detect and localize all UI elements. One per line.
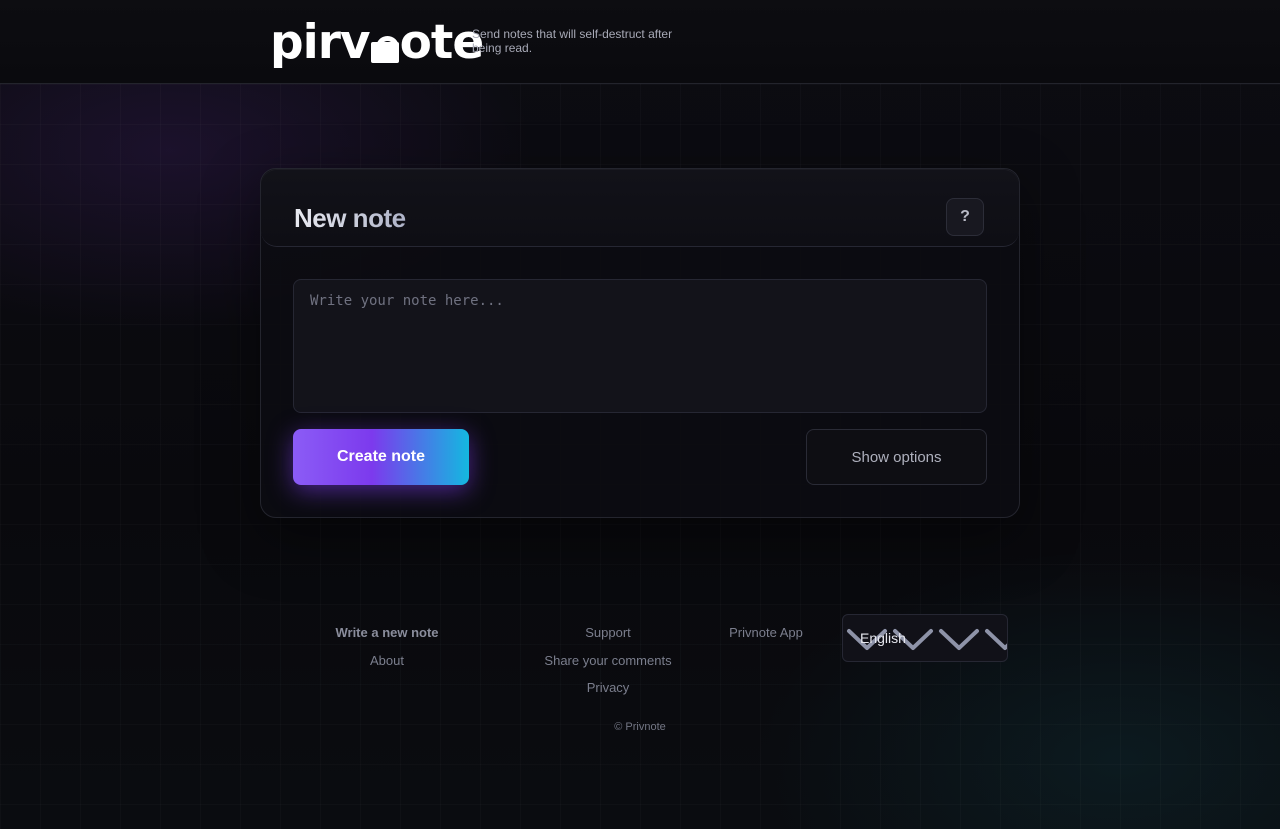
logo[interactable]: pirv ote: [270, 10, 484, 66]
new-note-card: New note ? Create note Show options: [260, 168, 1020, 518]
footer-link-app[interactable]: Privnote App: [729, 625, 803, 640]
lock-icon: [370, 26, 399, 66]
help-button[interactable]: ?: [946, 198, 984, 236]
show-options-button[interactable]: Show options: [806, 429, 987, 485]
tagline: Send notes that will self-destruct after…: [472, 27, 673, 55]
site-header: pirv ote Send notes that will self-destru…: [0, 0, 1280, 84]
create-note-button[interactable]: Create note: [293, 429, 469, 485]
logo-text-end: ote: [399, 15, 485, 70]
page-title: New note: [294, 203, 406, 233]
page: pirv ote Send notes that will self-destru…: [0, 0, 1280, 829]
copyright: © Privnote: [614, 721, 666, 733]
footer-link-support[interactable]: Support: [585, 625, 631, 640]
card-header: New note ?: [261, 169, 1019, 247]
footer-link-share-comments[interactable]: Share your comments: [544, 653, 671, 668]
logo-text-start: pirv: [270, 15, 371, 70]
logo-wordmark: pirv ote: [270, 19, 484, 66]
footer-link-privacy[interactable]: Privacy: [587, 680, 630, 695]
footer-link-write-new-note[interactable]: Write a new note: [335, 625, 438, 640]
language-select[interactable]: English: [842, 614, 1008, 662]
note-input[interactable]: [293, 279, 987, 413]
footer-link-about[interactable]: About: [370, 653, 404, 668]
language-select-label: English: [860, 630, 906, 646]
